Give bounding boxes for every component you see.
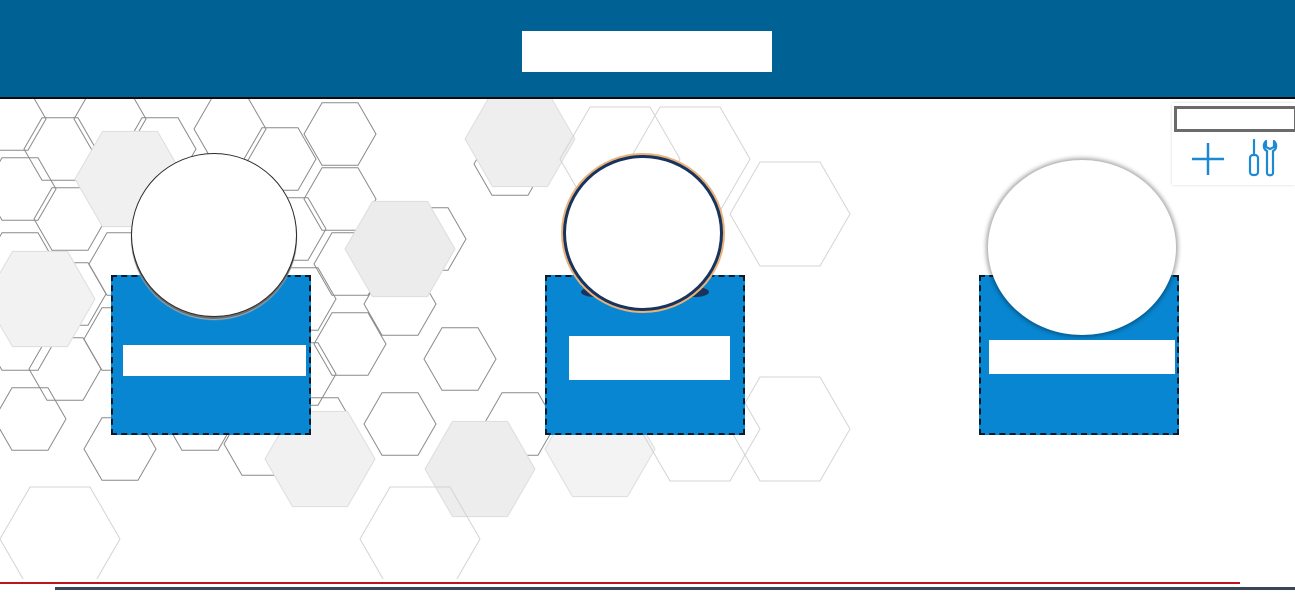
tile-1-avatar[interactable] [131, 153, 297, 317]
hexagon-shape [0, 387, 67, 451]
hexagon-shape [0, 99, 47, 151]
header-bar [0, 0, 1295, 99]
hexagon-shape [28, 337, 102, 401]
hexagon-shape [0, 157, 57, 221]
page-title [522, 31, 772, 72]
hexagon-shape [0, 250, 96, 348]
tile-1-label [123, 345, 306, 376]
tool-panel-label [1174, 106, 1295, 132]
hexagon-shape [424, 420, 536, 518]
hexagon-shape [729, 376, 851, 482]
hexagon-shape [313, 312, 387, 376]
footer-divider [55, 587, 1295, 590]
tile-3-avatar[interactable] [988, 160, 1176, 335]
tile-2-label [569, 336, 730, 380]
hexagon-shape [464, 99, 576, 188]
hexagon-shape [303, 102, 377, 166]
footer-accent-line [0, 582, 1240, 584]
hexagon-shape [423, 327, 497, 391]
hexagon-shape [729, 161, 851, 267]
hexagon-shape [344, 200, 456, 298]
hexagon-shape [363, 392, 437, 456]
tile-3-label [989, 340, 1175, 374]
tools-icon[interactable] [1246, 137, 1280, 179]
hexagon-shape [0, 486, 121, 579]
hexagon-shape [193, 99, 267, 161]
tile-2-avatar[interactable] [563, 155, 723, 311]
plus-icon[interactable] [1190, 141, 1226, 177]
